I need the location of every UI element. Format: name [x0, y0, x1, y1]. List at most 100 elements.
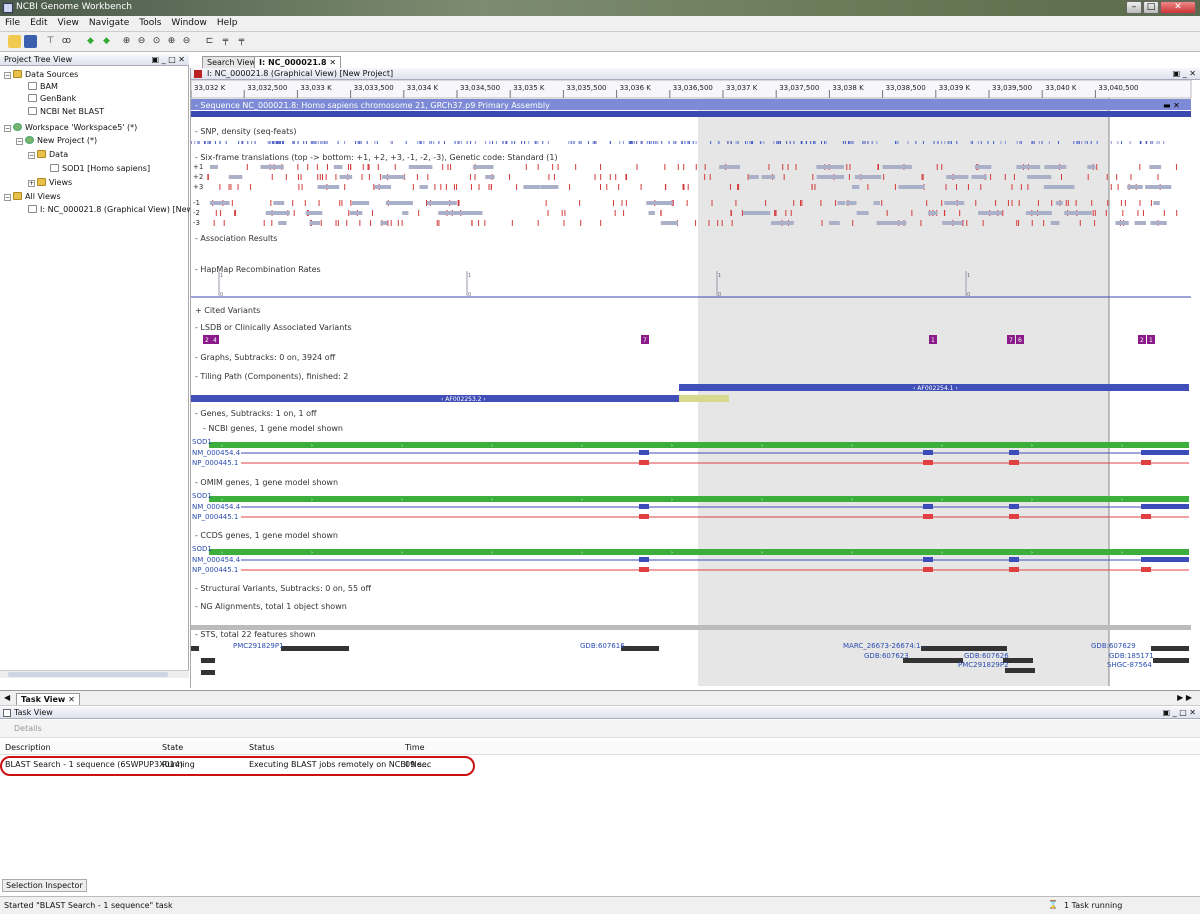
track-structural-label[interactable]: - Structural Variants, Subtracks: 0 on, … [195, 584, 371, 593]
workspace-icon [13, 123, 22, 131]
gene-label[interactable]: SOD1 [192, 492, 212, 500]
menu-window[interactable]: Window [166, 16, 212, 30]
binoculars-icon[interactable]: ꝏ [60, 35, 73, 48]
task-state[interactable]: Running [162, 760, 195, 769]
mrna-label[interactable]: NM_000454.4 [192, 556, 240, 564]
track-tiling-label[interactable]: - Tiling Path (Components), finished: 2 [195, 372, 348, 381]
mrna-label[interactable]: NM_000454.4 [192, 503, 240, 511]
tab-search-view[interactable]: Search View [202, 56, 262, 68]
back-icon[interactable]: ◆ [84, 35, 97, 48]
zoom-in-icon[interactable]: ⊕ [120, 35, 133, 48]
graphical-canvas[interactable]: 33,032 K 33,032,500 33,033 K 33,033,500 33,0… [191, 80, 1200, 688]
track-snp-label[interactable]: - SNP, density (seq-feats) [195, 127, 297, 136]
scrollbar-thumb[interactable] [8, 672, 168, 677]
pane-controls-icon[interactable]: ▣ _ □ ✕ [1163, 707, 1196, 719]
pane-controls-icon[interactable]: ▣ _ ✕ [1173, 68, 1196, 80]
close-button[interactable]: ✕ [1160, 1, 1196, 14]
tree-node-label: All Views [25, 192, 61, 201]
track-sts-label[interactable]: - STS, total 22 features shown [195, 630, 315, 639]
pane-controls-icon[interactable]: ▣ _ □ ✕ [152, 54, 185, 66]
ruler-icon[interactable]: ╤ [219, 35, 232, 48]
col-state[interactable]: State [162, 743, 183, 752]
tree-node-net-blast[interactable]: NCBI Net BLAST [28, 107, 104, 117]
col-time[interactable]: Time [405, 743, 425, 752]
tree-node-workspace[interactable]: − Workspace 'Workspace5' (*) [4, 123, 137, 133]
collapse-icon[interactable]: − [28, 152, 35, 159]
tree-node-new-project[interactable]: − New Project (*) [16, 136, 97, 146]
pin-icon[interactable]: ⊤ [44, 35, 57, 48]
mrna-label[interactable]: NM_000454.4 [192, 449, 240, 457]
track-ccds-genes-label[interactable]: - CCDS genes, 1 gene model shown [195, 531, 338, 540]
col-status[interactable]: Status [249, 743, 275, 752]
protein-label[interactable]: NP_000445.1 [192, 566, 238, 574]
tab-task-view[interactable]: Task View ✕ [16, 693, 80, 705]
zoom-sequence-icon[interactable]: ⊖ [180, 35, 193, 48]
sts-label[interactable]: PMC291829P2 [958, 661, 1009, 669]
save-icon[interactable] [24, 35, 37, 48]
track-ng-label[interactable]: - NG Alignments, total 1 object shown [195, 602, 347, 611]
track-lsdb-label[interactable]: - LSDB or Clinically Associated Variants [195, 323, 352, 332]
track-genes-label[interactable]: - Genes, Subtracks: 1 on, 1 off [195, 409, 317, 418]
sts-label[interactable]: GDB:185171 [1109, 652, 1154, 660]
tree-node-sod1[interactable]: SOD1 [Homo sapiens] [50, 164, 150, 174]
track-graphs-label[interactable]: - Graphs, Subtracks: 0 on, 3924 off [195, 353, 335, 362]
maximize-button[interactable]: □ [1143, 1, 1159, 14]
collapse-icon[interactable]: − [4, 194, 11, 201]
tree-node-genbank[interactable]: GenBank [28, 94, 76, 104]
sts-label[interactable]: PMC291829P1 [233, 642, 284, 650]
orf-mark [821, 175, 843, 179]
orf-mark [380, 221, 388, 225]
task-description[interactable]: BLAST Search - 1 sequence (6SWPUP3X014) [5, 760, 183, 769]
col-description[interactable]: Description [5, 743, 51, 752]
menu-file[interactable]: File [0, 16, 25, 30]
collapse-icon[interactable]: − [4, 72, 11, 79]
collapse-icon[interactable]: − [4, 125, 11, 132]
zoom-out-icon[interactable]: ⊖ [135, 35, 148, 48]
track-ncbi-genes-label[interactable]: - NCBI genes, 1 gene model shown [203, 424, 343, 433]
track-assoc-label[interactable]: - Association Results [195, 234, 277, 243]
tree-node-data[interactable]: − Data [28, 150, 68, 160]
strand-arrow: › [941, 497, 943, 503]
details-button[interactable]: Details [14, 724, 42, 733]
menu-tools[interactable]: Tools [134, 16, 166, 30]
track-sixframe-label[interactable]: - Six-frame translations (top -> bottom:… [195, 153, 558, 162]
minimize-button[interactable]: – [1126, 1, 1142, 14]
menu-edit[interactable]: Edit [25, 16, 52, 30]
gene-label[interactable]: SOD1 [192, 438, 212, 446]
track-cited-label[interactable]: + Cited Variants [195, 306, 260, 315]
track-hapmap-label[interactable]: - HapMap Recombination Rates [195, 265, 321, 274]
task-time[interactable]: 09 sec [405, 760, 431, 769]
collapse-icon[interactable]: − [16, 138, 23, 145]
tree-node-views[interactable]: + Views [28, 178, 72, 188]
sts-label[interactable]: SHGC-87564 [1107, 661, 1152, 669]
tree-node-bam[interactable]: BAM [28, 82, 58, 92]
sts-label[interactable]: GDB:607629 [1091, 642, 1136, 650]
menu-help[interactable]: Help [212, 16, 243, 30]
tab-scroll-right-icon[interactable]: ▶ ▶ [1177, 693, 1192, 702]
task-status[interactable]: Executing BLAST jobs remotely on NCBI Ne… [249, 760, 429, 769]
zoom-all-icon[interactable]: ⊙ [150, 35, 163, 48]
sts-label[interactable]: GDB:607623 [864, 652, 909, 660]
split-icon[interactable]: ╤ [235, 35, 248, 48]
zoom-selection-icon[interactable]: ⊕ [165, 35, 178, 48]
track-omim-genes-label[interactable]: - OMIM genes, 1 gene model shown [195, 478, 338, 487]
sts-label[interactable]: GDB:607626 [964, 652, 1009, 660]
sts-label[interactable]: GDB:607616 [580, 642, 625, 650]
tree-horizontal-scrollbar[interactable] [0, 670, 189, 678]
open-icon[interactable] [8, 35, 21, 48]
marker-icon[interactable]: ⊏ [203, 35, 216, 48]
tree-node-all-views[interactable]: − All Views [4, 192, 61, 202]
tab-scroll-left-icon[interactable]: ◀ [4, 693, 10, 702]
forward-icon[interactable]: ◆ [100, 35, 113, 48]
mrna-exon [923, 504, 933, 509]
sts-label[interactable]: MARC_26673-26674:1... [843, 642, 927, 650]
expand-icon[interactable]: + [28, 180, 35, 187]
gene-label[interactable]: SOD1 [192, 545, 212, 553]
menu-view[interactable]: View [53, 16, 84, 30]
protein-label[interactable]: NP_000445.1 [192, 459, 238, 467]
tree-node-data-sources[interactable]: − Data Sources [4, 70, 78, 80]
protein-label[interactable]: NP_000445.1 [192, 513, 238, 521]
selection-inspector-tab[interactable]: Selection Inspector [2, 879, 87, 892]
menu-navigate[interactable]: Navigate [84, 16, 134, 30]
tab-graphical-view[interactable]: I: NC_000021.8 ✕ [254, 56, 342, 68]
